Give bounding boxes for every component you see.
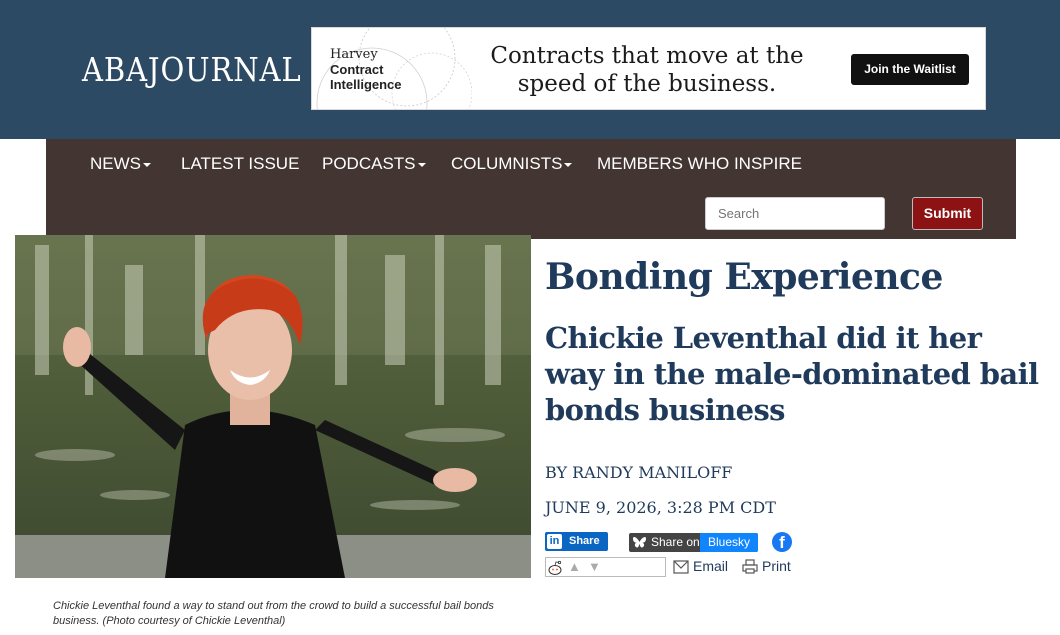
nav-item-label: NEWS [90, 154, 141, 173]
print-icon [742, 559, 758, 574]
nav-item-members-who-inspire[interactable]: MEMBERS WHO INSPIRE [597, 154, 802, 174]
reddit-icon [548, 560, 562, 575]
linkedin-share-button[interactable]: in Share [545, 532, 608, 551]
nav-item-label: PODCASTS [322, 154, 416, 173]
article-byline[interactable]: BY RANDY MANILOFF [545, 463, 732, 482]
bluesky-share-button[interactable]: Share on Bluesky [629, 533, 758, 552]
linkedin-share-label: Share [569, 535, 600, 547]
nav-item-news[interactable]: NEWS [90, 154, 151, 174]
bluesky-share-label: Share on [651, 535, 700, 549]
article-kicker: Bonding Experience [545, 256, 943, 298]
nav-item-label: COLUMNISTS [451, 154, 563, 173]
linkedin-icon: in [547, 534, 562, 549]
facebook-icon[interactable]: f [772, 532, 792, 552]
banner-ad[interactable]: Harvey Contract Intelligence Contracts t… [311, 27, 986, 110]
ad-headline: Contracts that move at the speed of the … [490, 43, 804, 97]
bluesky-left: Share on [629, 533, 700, 552]
print-label: Print [762, 558, 791, 574]
ad-brand: Harvey Contract Intelligence [330, 47, 450, 92]
caret-down-icon [143, 162, 151, 167]
bluesky-butterfly-icon [633, 536, 646, 548]
nav-item-latest-issue[interactable]: LATEST ISSUE [181, 154, 299, 174]
print-link[interactable]: Print [742, 557, 791, 575]
upvote-icon[interactable]: ▲ [568, 559, 581, 574]
email-icon [673, 560, 689, 574]
email-link[interactable]: Email [673, 557, 728, 575]
article-dateline: JUNE 9, 2026, 3:28 PM CDT [545, 498, 776, 517]
downvote-icon[interactable]: ▼ [588, 559, 601, 574]
search-input[interactable] [705, 197, 885, 230]
ad-join-waitlist-button[interactable]: Join the Waitlist [851, 54, 969, 85]
photo-caption: Chickie Leventhal found a way to stand o… [53, 600, 494, 627]
article-photo [15, 235, 531, 578]
site-header: ABAJOURNAL Harvey Contract Intelligence … [0, 0, 1060, 139]
bluesky-label: Bluesky [700, 533, 758, 552]
ad-brand-line-2: Contract [330, 62, 384, 77]
submit-button[interactable]: Submit [912, 197, 983, 230]
article-headline: Chickie Leventhal did it her way in the … [545, 321, 1039, 427]
caret-down-icon [417, 162, 426, 167]
nav-item-label: LATEST ISSUE [181, 154, 300, 173]
caret-down-icon [564, 162, 573, 167]
email-label: Email [693, 558, 729, 574]
ad-brand-line-3: Intelligence [330, 77, 402, 92]
main-nav: NEWS LATEST ISSUE PODCASTS COLUMNISTS ME… [46, 139, 1016, 239]
reddit-vote-widget[interactable]: ▲ ▼ [545, 557, 666, 577]
nav-item-columnists[interactable]: COLUMNISTS [451, 154, 573, 174]
nav-item-podcasts[interactable]: PODCASTS [322, 154, 426, 174]
site-logo[interactable]: ABAJOURNAL [82, 50, 302, 89]
ad-brand-line-1: Harvey [330, 47, 378, 62]
nav-item-label: MEMBERS WHO INSPIRE [597, 154, 802, 173]
